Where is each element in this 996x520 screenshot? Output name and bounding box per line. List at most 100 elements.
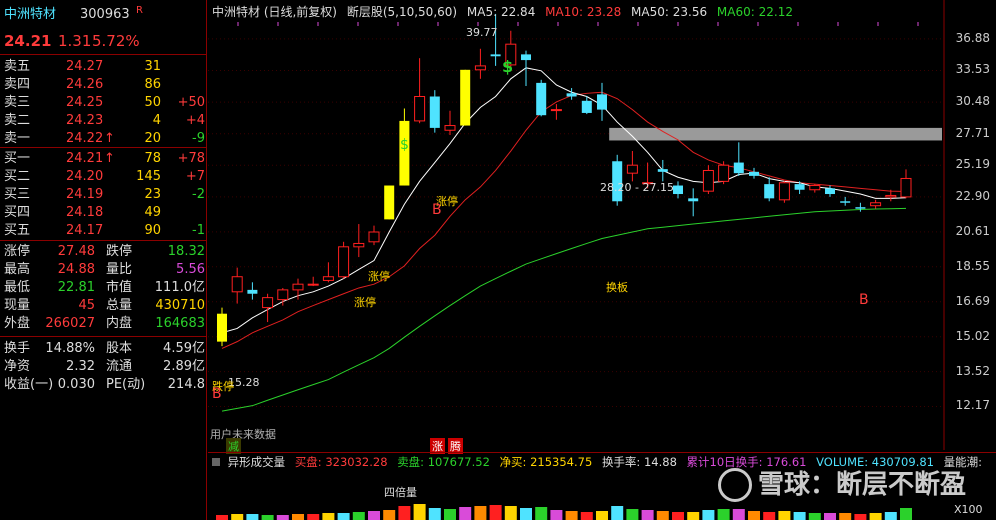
candle-body: [414, 96, 426, 122]
volume-bar: [565, 511, 578, 520]
bid-label: 买五: [4, 223, 31, 238]
limit-up-tag-2: 涨停: [354, 296, 376, 309]
indicator-name[interactable]: 断层股(5,10,50,60): [347, 5, 457, 19]
stock-name[interactable]: 中洲特材: [4, 6, 56, 24]
stat-label: 最高: [4, 262, 31, 277]
stat-row: 收益(一) 0.030 PE(动) 214.8: [0, 376, 207, 394]
volume-bar: [474, 506, 487, 520]
net-buy: 净买: 215354.75: [499, 455, 593, 469]
bid-delta: +7: [185, 169, 205, 184]
dollar-signal-1: $: [502, 57, 514, 76]
volume-title[interactable]: 异形成交量: [228, 455, 286, 469]
volume-bar: [231, 514, 244, 520]
volume-bar: [322, 513, 335, 520]
candle-body: [262, 297, 274, 309]
arrow-up-icon: ↑: [104, 131, 115, 146]
candle-body: [673, 185, 683, 195]
volume-bar: [489, 505, 502, 520]
stat-value: 164683: [155, 316, 205, 331]
volume-bar: [839, 513, 852, 520]
stat-value: 5.56: [176, 262, 205, 277]
stat-label: 量比: [106, 262, 133, 277]
sell-volume: 卖盘: 107677.52: [397, 455, 490, 469]
candle-body: [718, 164, 730, 182]
bid-delta: -2: [192, 187, 205, 202]
turnover-rate: 换手率: 14.88: [601, 455, 677, 469]
volume-bar: [808, 513, 821, 520]
stat-row: 净资 2.32 流通 2.89亿: [0, 358, 207, 376]
buy-signal-1: B: [212, 386, 222, 402]
stat-label: 涨停: [4, 244, 31, 259]
stat-label: 最低: [4, 280, 31, 295]
candle-body: [536, 82, 547, 116]
stat-value: 111.0亿: [154, 280, 205, 295]
bid-price: 24.19: [66, 187, 104, 202]
stat-label: 流通: [106, 359, 133, 374]
price-tick-label: 12.17: [955, 398, 990, 413]
limit-up-tag-1: 涨停: [368, 270, 390, 283]
gap-zone-label: 28.20 - 27.15: [600, 181, 674, 194]
candle-body: [581, 100, 592, 113]
ma60-line: [221, 207, 907, 412]
kline-chart[interactable]: 中洲特材 (日线,前复权) 断层股(5,10,50,60) MA5: 22.84…: [208, 0, 996, 520]
collapse-icon[interactable]: [212, 458, 220, 466]
ask-volume: 20: [144, 131, 161, 146]
candle-body: [825, 188, 835, 195]
candle-body: [597, 94, 607, 110]
ask-price: 24.27: [66, 59, 104, 74]
bid-volume: 49: [144, 205, 161, 220]
stat-label: 外盘: [4, 316, 31, 331]
stat-row: 外盘 266027 内盘 164683: [0, 315, 207, 333]
bid-row: 买五 24.17 90 -1: [0, 222, 207, 240]
bid-price: 24.21: [66, 151, 104, 166]
candle-body: [840, 201, 851, 203]
volume-bar: [626, 509, 639, 520]
stat-label: 股本: [106, 341, 133, 356]
candle-body: [657, 169, 668, 172]
stat-row: 最高 24.88 量比 5.56: [0, 261, 207, 279]
candle-body: [444, 125, 456, 131]
stat-value: 430710: [155, 298, 205, 313]
x100-label: X100: [954, 503, 983, 516]
volume-bar: [763, 512, 776, 520]
stat-row: 最低 22.81 市值 111.0亿: [0, 279, 207, 297]
kline-svg[interactable]: [208, 0, 996, 520]
volume-bar: [504, 506, 517, 520]
candle-body: [277, 289, 289, 301]
price-tick-label: 20.61: [955, 223, 990, 238]
bid-row: 买四 24.18 49: [0, 204, 207, 222]
bid-label: 买一: [4, 151, 31, 166]
volume-bar: [216, 515, 228, 520]
volume-bar: [702, 510, 715, 520]
bid-row: 买一 24.21 78 +78 ↑: [0, 150, 207, 168]
volume-bar: [687, 512, 700, 520]
stat-label: PE(动): [106, 377, 146, 392]
ask-delta: +50: [177, 95, 205, 110]
price-tick-label: 25.19: [955, 157, 990, 172]
volume-bar: [869, 513, 882, 520]
bid-volume: 78: [144, 151, 161, 166]
ask-label: 卖二: [4, 113, 31, 128]
stat-label: 收益(一): [4, 377, 54, 392]
bid-label: 买四: [4, 205, 31, 220]
ask-delta: +4: [185, 113, 205, 128]
bid-price: 24.20: [66, 169, 104, 184]
volume-bar: [748, 511, 760, 520]
candle-body: [399, 120, 410, 186]
stat-value: 45: [78, 298, 95, 313]
stat-value: 266027: [45, 316, 95, 331]
volume-bar: [520, 508, 532, 520]
ma5-line: [221, 67, 907, 334]
volume-bar: [368, 511, 380, 520]
bid-price: 24.17: [66, 223, 104, 238]
candle-body: [885, 194, 897, 198]
arrow-up-icon: ↑: [104, 151, 115, 166]
bid-delta: +78: [177, 151, 205, 166]
candle-body: [870, 202, 882, 207]
volume-bar: [778, 511, 791, 520]
stat-value: 4.59亿: [163, 341, 205, 356]
stock-header: 中洲特材 300963 R: [0, 5, 207, 24]
volume-bar: [307, 514, 320, 520]
price-change: 1.31: [58, 32, 92, 50]
volume-bar: [428, 508, 441, 520]
